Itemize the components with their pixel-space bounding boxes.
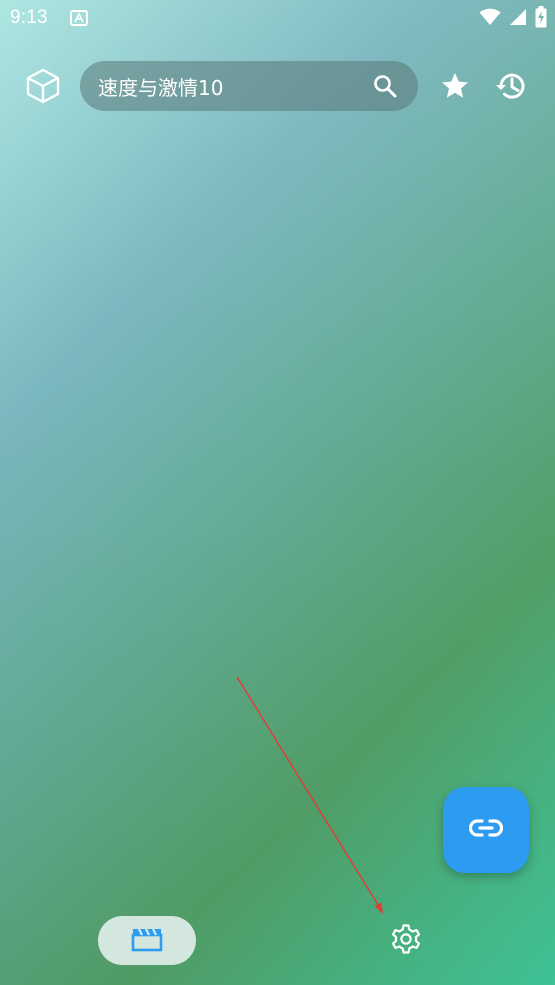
star-icon[interactable] (440, 71, 470, 101)
android-auto-icon (70, 10, 88, 26)
status-right-icons (479, 6, 547, 32)
cellular-signal-icon (509, 8, 527, 30)
search-bar[interactable] (80, 61, 418, 111)
history-icon[interactable] (494, 69, 528, 103)
link-fab-button[interactable] (443, 787, 529, 873)
nav-item-movies[interactable] (98, 916, 196, 965)
movie-clapperboard-icon (131, 926, 163, 956)
link-icon (468, 818, 504, 842)
cube-icon[interactable] (24, 67, 62, 105)
status-bar: 9:13 (0, 0, 555, 38)
search-icon[interactable] (372, 73, 398, 99)
nav-item-settings[interactable] (382, 921, 430, 961)
bottom-navigation (0, 905, 555, 977)
top-app-bar (0, 58, 555, 114)
battery-charging-icon (535, 6, 547, 32)
status-time: 9:13 (10, 7, 48, 28)
wifi-icon (479, 8, 501, 30)
search-input[interactable] (98, 61, 358, 111)
app-screen: 9:13 (0, 0, 555, 985)
gear-icon (389, 922, 423, 960)
